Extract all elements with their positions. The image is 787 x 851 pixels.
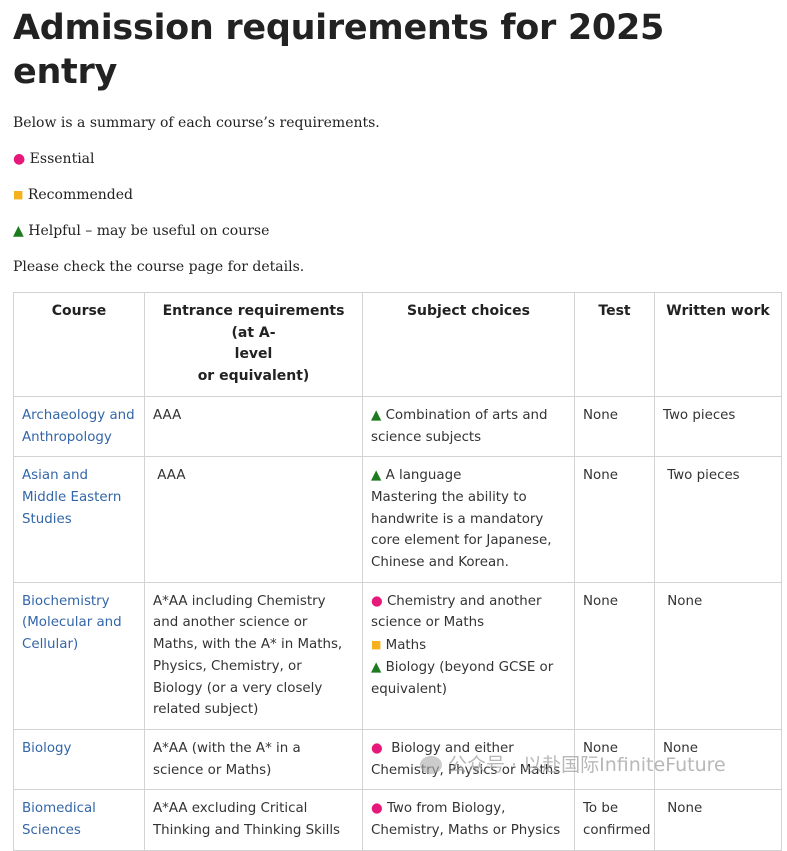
course-cell: Biochemistry (Molecular and Cellular)	[13, 581, 145, 730]
page-content: Admission requirements for 2025 entry Be…	[0, 6, 787, 851]
subject-text: Chemistry and another science or Maths	[371, 593, 542, 631]
test-cell: None	[574, 581, 655, 730]
legend-helpful: ▲ Helpful – may be useful on course	[13, 221, 774, 241]
course-cell: Biomedical Sciences	[13, 789, 145, 851]
written-text: None	[667, 593, 703, 609]
watermark-text: 公众号 · 以赴国际InfiniteFuture	[448, 754, 726, 776]
entrance-cell: AAA	[144, 395, 363, 458]
table-row: Biochemistry (Molecular and Cellular) A*…	[13, 581, 782, 730]
subject-item: ▲ Combination of arts and science subjec…	[371, 408, 548, 445]
course-link[interactable]: Biomedical Sciences	[22, 801, 96, 838]
test-cell: To be confirmed	[574, 789, 655, 851]
course-link[interactable]: Biochemistry (Molecular and Cellular)	[22, 594, 122, 652]
course-cell: Archaeology and Anthropology	[13, 395, 145, 458]
written-cell: Two pieces	[654, 456, 782, 583]
legend-essential: ● Essential	[13, 149, 774, 169]
written-cell: Two pieces	[654, 395, 782, 458]
subject-text: Combination of arts and science subjects	[371, 407, 548, 445]
helpful-triangle-icon: ▲	[371, 659, 382, 675]
test-cell: None	[574, 395, 655, 458]
subject-text: A language	[385, 468, 462, 484]
legend-recommended-label: Recommended	[27, 187, 134, 203]
header-entrance-line2: level	[234, 346, 273, 363]
subjects-cell: ● Two from Biology, Chemistry, Maths or …	[362, 789, 575, 851]
written-cell: None	[654, 789, 782, 851]
table-row: Biomedical Sciences A*AA excluding Criti…	[13, 789, 782, 851]
header-entrance: Entrance requirements (at A- level or eq…	[144, 292, 363, 397]
course-cell: Asian and Middle Eastern Studies	[13, 456, 145, 583]
table-row: Asian and Middle Eastern Studies AAA ▲ A…	[13, 456, 782, 583]
header-subjects: Subject choices	[362, 292, 575, 397]
recommended-square-icon: ■	[371, 638, 382, 652]
legend-helpful-label: Helpful – may be useful on course	[28, 223, 270, 239]
intro-text: Below is a summary of each course’s requ…	[13, 115, 380, 131]
header-course: Course	[13, 292, 145, 397]
entrance-cell: A*AA (with the A* in a science or Maths)	[144, 728, 363, 791]
subject-item: ● Two from Biology, Chemistry, Maths or …	[371, 801, 560, 838]
subject-text: Maths	[385, 638, 427, 654]
essential-dot-icon: ●	[371, 593, 383, 609]
course-link[interactable]: Archaeology and Anthropology	[22, 408, 135, 445]
header-entrance-line1: Entrance requirements (at A-	[162, 303, 345, 341]
wechat-icon	[420, 756, 442, 774]
subject-item: ▲ Biology (beyond GCSE or equivalent)	[371, 657, 566, 700]
written-text: Two pieces	[667, 468, 740, 484]
check-note: Please check the course page for details…	[13, 259, 305, 275]
subject-item: ▲ A language	[371, 465, 566, 487]
written-cell: None	[654, 581, 782, 730]
legend-essential-label: Essential	[29, 151, 95, 167]
helpful-triangle-icon: ▲	[371, 468, 382, 484]
test-cell: None	[574, 456, 655, 583]
written-text: None	[667, 801, 703, 817]
entrance-text: AAA	[157, 468, 186, 484]
subject-text: Two from Biology, Chemistry, Maths or Ph…	[371, 801, 561, 839]
table-header-row: Course Entrance requirements (at A- leve…	[13, 292, 782, 397]
essential-dot-icon: ●	[13, 151, 26, 167]
subject-item: ■ Maths	[371, 634, 566, 657]
helpful-triangle-icon: ▲	[13, 223, 24, 239]
subjects-cell: ▲ A language Mastering the ability to ha…	[362, 456, 575, 583]
entrance-cell: A*AA including Chemistry and another sci…	[144, 581, 363, 730]
subject-note: Mastering the ability to handwrite is a …	[371, 489, 552, 571]
entrance-cell: A*AA excluding Critical Thinking and Thi…	[144, 789, 363, 851]
recommended-square-icon: ■	[13, 188, 24, 201]
watermark: 公众号 · 以赴国际InfiniteFuture	[420, 750, 726, 777]
subjects-cell: ● Chemistry and another science or Maths…	[362, 581, 575, 730]
subject-item: ● Chemistry and another science or Maths	[371, 591, 566, 634]
header-written: Written work	[654, 292, 782, 397]
helpful-triangle-icon: ▲	[371, 407, 382, 423]
course-cell: Biology	[13, 728, 145, 791]
essential-dot-icon: ●	[371, 801, 383, 817]
subjects-cell: ▲ Combination of arts and science subjec…	[362, 395, 575, 458]
header-test: Test	[574, 292, 655, 397]
subject-text: Biology (beyond GCSE or equivalent)	[371, 659, 554, 697]
table-row: Archaeology and Anthropology AAA ▲ Combi…	[13, 395, 782, 458]
header-entrance-line3: or equivalent)	[197, 368, 310, 385]
entrance-cell: AAA	[144, 456, 363, 583]
essential-dot-icon: ●	[371, 740, 383, 756]
table-body: Archaeology and Anthropology AAA ▲ Combi…	[13, 395, 782, 851]
legend-recommended: ■ Recommended	[13, 185, 774, 205]
course-link[interactable]: Biology	[22, 741, 71, 756]
course-link[interactable]: Asian and Middle Eastern Studies	[22, 468, 121, 526]
page-title: Admission requirements for 2025 entry	[13, 8, 665, 92]
